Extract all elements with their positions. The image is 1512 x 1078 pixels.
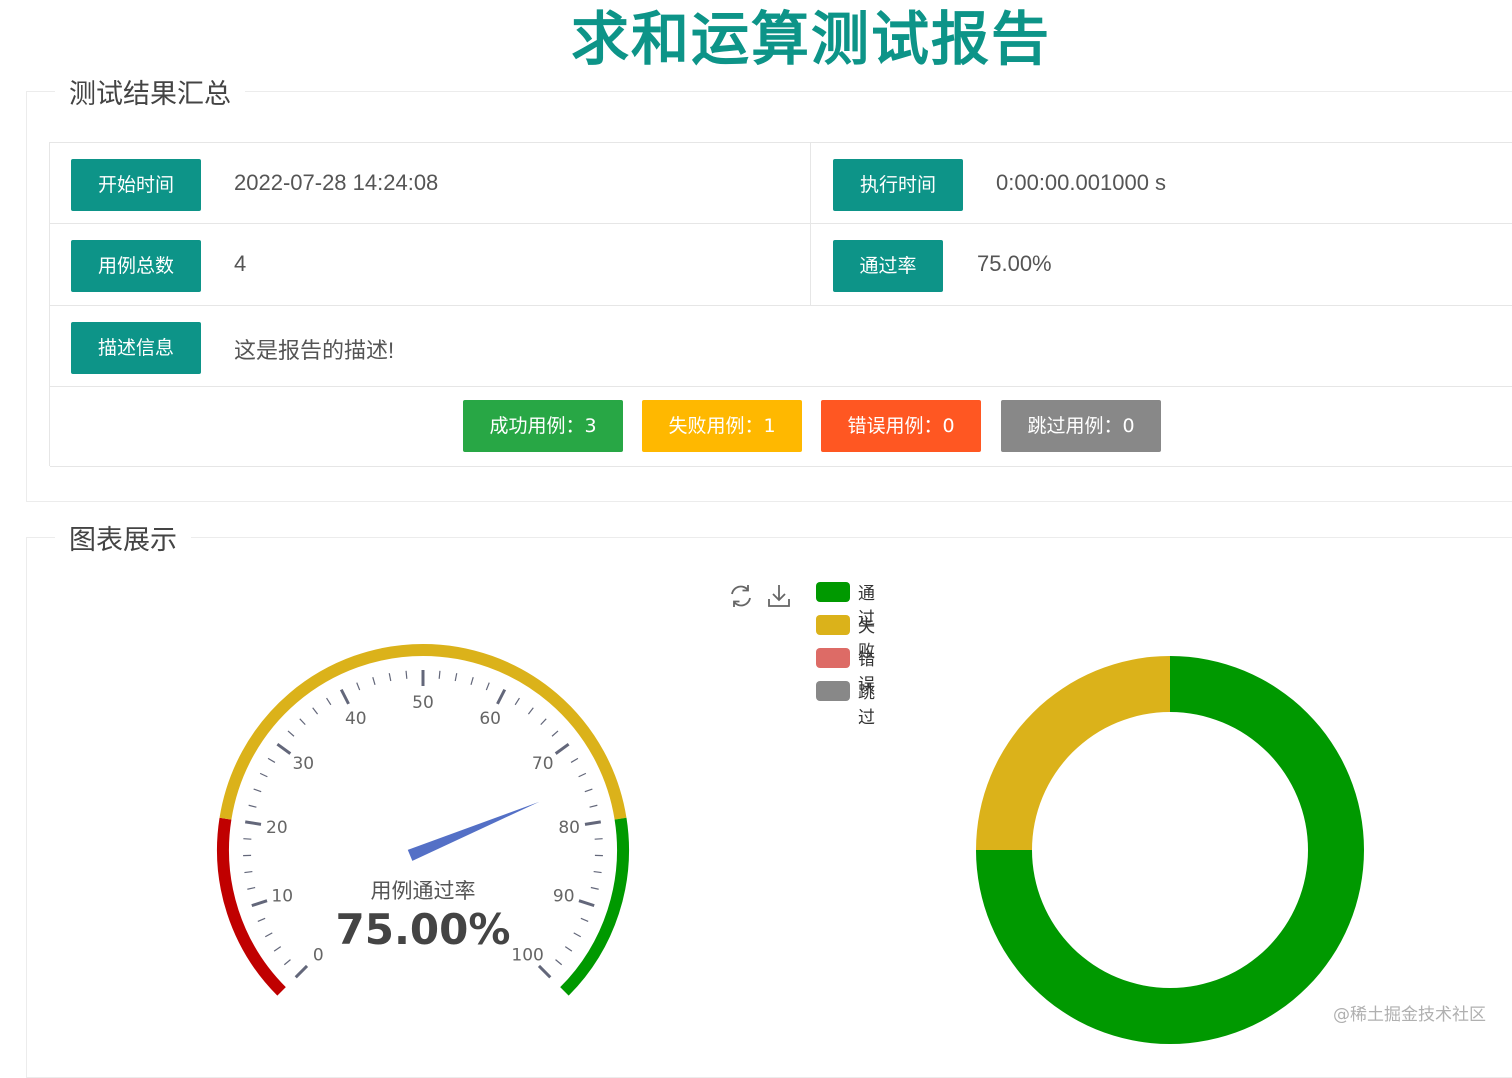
- gauge-minor-tick: [249, 805, 257, 807]
- gauge-major-tick: [497, 690, 504, 704]
- gauge-tick-label: 60: [479, 709, 501, 729]
- gauge-minor-tick: [244, 872, 252, 873]
- gauge-minor-tick: [243, 839, 251, 840]
- summary-row-divider: [50, 386, 1512, 387]
- success-cases-button[interactable]: 成功用例：3: [463, 400, 623, 452]
- results-donut-chart: [960, 640, 1380, 1049]
- gauge-minor-tick: [313, 708, 318, 714]
- gauge-minor-tick: [486, 683, 489, 690]
- summary-legend: 测试结果汇总: [55, 72, 245, 111]
- gauge-tick-label: 90: [553, 887, 575, 907]
- total-cases-value: 4: [234, 251, 246, 277]
- start-time-label: 开始时间: [71, 159, 201, 211]
- gauge-major-tick: [341, 690, 348, 704]
- summary-row-divider: [50, 305, 1512, 306]
- gauge-minor-tick: [357, 683, 360, 690]
- gauge-tick-label: 80: [558, 818, 580, 838]
- start-time-value: 2022-07-28 14:24:08: [234, 170, 438, 196]
- gauge-minor-tick: [260, 773, 267, 776]
- gauge-minor-tick: [590, 805, 598, 807]
- error-cases-button[interactable]: 错误用例：0: [821, 400, 981, 452]
- legend-swatch: [816, 681, 850, 701]
- gauge-major-tick: [585, 822, 601, 825]
- gauge-minor-tick: [541, 719, 546, 725]
- gauge-minor-tick: [300, 719, 305, 725]
- gauge-minor-tick: [268, 758, 275, 762]
- gauge-minor-tick: [471, 677, 473, 685]
- pass-rate-gauge: 0 10 20 30 40 50 60 70 80 90 100 用例通过率 75.00%: [0, 560, 760, 1049]
- gauge-tick-label: 0: [313, 946, 324, 966]
- gauge-tick-label: 10: [271, 887, 293, 907]
- gauge-title: 用例通过率: [371, 879, 476, 903]
- gauge-minor-tick: [556, 960, 562, 965]
- gauge-minor-tick: [258, 918, 265, 921]
- gauge-minor-tick: [552, 731, 558, 736]
- summary-row-divider: [50, 142, 1512, 143]
- legend-swatch: [816, 615, 850, 635]
- gauge-minor-tick: [389, 673, 390, 681]
- gauge-tick-label: 70: [532, 754, 554, 774]
- gauge-major-tick: [277, 744, 290, 753]
- gauge-major-tick: [579, 901, 594, 906]
- gauge-minor-tick: [274, 947, 281, 951]
- download-icon[interactable]: [765, 582, 793, 610]
- gauge-value: 75.00%: [336, 905, 511, 954]
- legend-swatch: [816, 582, 850, 602]
- gauge-tick-label: 40: [345, 709, 367, 729]
- gauge-minor-tick: [581, 918, 588, 921]
- gauge-minor-tick: [585, 789, 593, 792]
- gauge-minor-tick: [579, 773, 586, 776]
- total-cases-label: 用例总数: [71, 240, 201, 292]
- gauge-minor-tick: [595, 839, 603, 840]
- charts-legend: 图表展示: [55, 518, 191, 557]
- gauge-minor-tick: [565, 947, 572, 951]
- gauge-minor-tick: [247, 888, 255, 890]
- description-label: 描述信息: [71, 322, 201, 374]
- gauge-major-tick: [245, 822, 261, 825]
- summary-row-divider: [50, 223, 1512, 224]
- legend-swatch: [816, 648, 850, 668]
- gauge-minor-tick: [284, 960, 290, 965]
- gauge-minor-tick: [591, 888, 599, 890]
- pass-rate-value: 75.00%: [977, 251, 1052, 277]
- description-value: 这是报告的描述!: [234, 333, 394, 365]
- pass-rate-label: 通过率: [833, 240, 943, 292]
- gauge-major-tick: [252, 901, 267, 906]
- gauge-minor-tick: [288, 731, 294, 736]
- summary-row-divider: [50, 466, 1512, 467]
- failed-cases-button[interactable]: 失败用例：1: [642, 400, 802, 452]
- table-left-border: [49, 142, 50, 466]
- gauge-minor-tick: [265, 933, 272, 937]
- skipped-cases-button[interactable]: 跳过用例：0: [1001, 400, 1161, 452]
- gauge-tick-label: 50: [412, 693, 434, 713]
- gauge-minor-tick: [594, 872, 602, 873]
- gauge-major-tick: [296, 966, 307, 977]
- gauge-tick-label: 30: [292, 754, 314, 774]
- legend-label: 跳过: [858, 678, 875, 728]
- gauge-tick-label: 100: [511, 946, 543, 966]
- gauge-pointer: [408, 802, 540, 861]
- gauge-minor-tick: [515, 698, 519, 705]
- gauge-minor-tick: [439, 671, 440, 679]
- gauge-minor-tick: [528, 708, 533, 714]
- watermark: @稀土掘金技术社区: [1333, 1000, 1486, 1025]
- exec-time-value: 0:00:00.001000 s: [996, 170, 1166, 196]
- gauge-tick-label: 20: [266, 818, 288, 838]
- gauge-minor-tick: [571, 758, 578, 762]
- summary-column-divider: [810, 142, 811, 305]
- gauge-minor-tick: [373, 677, 375, 685]
- gauge-minor-tick: [406, 671, 407, 679]
- donut-slice-fail[interactable]: [976, 656, 1170, 850]
- gauge-minor-tick: [327, 698, 331, 705]
- gauge-minor-tick: [455, 673, 456, 681]
- gauge-minor-tick: [254, 789, 262, 792]
- gauge-major-tick: [556, 744, 569, 753]
- page-title: 求和运算测试报告: [0, 0, 1512, 76]
- gauge-major-tick: [539, 966, 550, 977]
- exec-time-label: 执行时间: [833, 159, 963, 211]
- gauge-minor-tick: [574, 933, 581, 937]
